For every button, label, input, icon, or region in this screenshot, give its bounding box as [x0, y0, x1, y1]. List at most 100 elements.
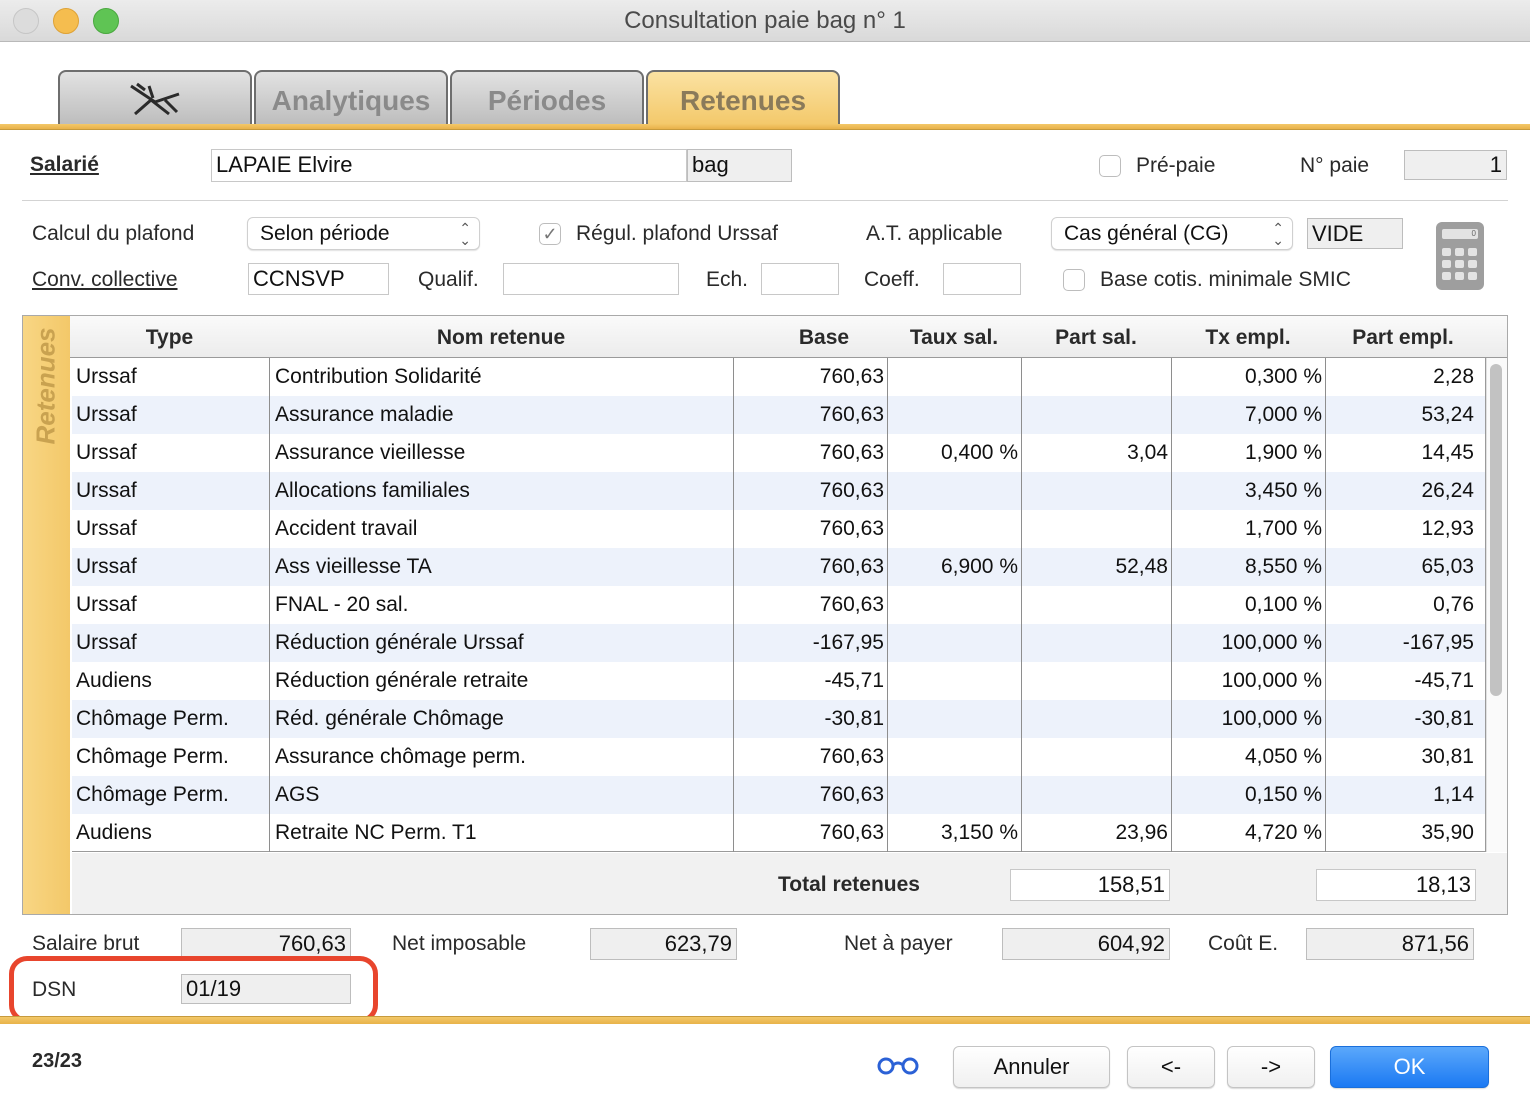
cell-tx-empl: 100,000 %: [1221, 669, 1322, 692]
net-imposable-field: 623,79: [590, 928, 737, 960]
cell-base: -45,71: [824, 669, 884, 692]
table-row[interactable]: Chômage Perm. Réd. générale Chômage -30,81…: [72, 700, 1485, 738]
cell-type: Urssaf: [76, 441, 137, 464]
cell-tx-empl: 8,550 %: [1244, 555, 1322, 578]
ech-label: Ech.: [706, 268, 749, 291]
cell-taux-sal: 6,900 %: [940, 555, 1018, 578]
cell-part-empl: -167,95: [1402, 631, 1474, 654]
cell-nom: Accident travail: [275, 517, 418, 540]
title-bar: Consultation paie bag n° 1: [0, 0, 1530, 42]
net-imposable-label: Net imposable: [392, 932, 527, 955]
at-applicable-select[interactable]: Cas général (CG) ⌃ ⌄: [1051, 217, 1293, 250]
table-row[interactable]: Urssaf Assurance vieillesse 760,63 0,400 % 3…: [72, 434, 1485, 472]
record-counter: 23/23: [32, 1050, 83, 1072]
column-header-base[interactable]: Base: [733, 326, 887, 350]
column-header-type[interactable]: Type: [70, 326, 269, 350]
glasses-icon[interactable]: [876, 1054, 920, 1076]
cell-type: Chômage Perm.: [76, 783, 229, 806]
prepaie-checkbox[interactable]: [1099, 155, 1121, 177]
salarie-code-field: bag: [687, 149, 792, 182]
salarie-name-field[interactable]: LAPAIE Elvire: [211, 149, 687, 182]
table-header: Type Nom retenue Base Taux sal. Part sal…: [70, 316, 1507, 358]
retenues-table: Retenues Type Nom retenue Base Taux sal.…: [22, 315, 1508, 915]
column-header-nom[interactable]: Nom retenue: [269, 326, 733, 350]
chevron-updown-icon: ⌃ ⌄: [459, 220, 471, 248]
previous-button[interactable]: <-: [1127, 1046, 1215, 1088]
retenues-side-label: Retenues: [30, 327, 61, 445]
table-row[interactable]: Urssaf Contribution Solidarité 760,63 0,300…: [72, 358, 1485, 396]
table-row[interactable]: Audiens Réduction générale retraite -45,71…: [72, 662, 1485, 700]
cell-type: Audiens: [76, 669, 152, 692]
cell-type: Chômage Perm.: [76, 745, 229, 768]
table-row[interactable]: Audiens Retraite NC Perm. T1 760,63 3,150 %…: [72, 814, 1485, 851]
cell-tx-empl: 3,450 %: [1244, 479, 1322, 502]
cell-type: Urssaf: [76, 365, 137, 388]
calcul-plafond-label: Calcul du plafond: [32, 222, 195, 245]
beach-chair-icon: [130, 82, 180, 116]
table-row[interactable]: Urssaf FNAL - 20 sal. 760,63 0,100 % 0,76: [72, 586, 1485, 624]
column-header-tx-empl[interactable]: Tx empl.: [1171, 326, 1325, 350]
calculator-icon[interactable]: 0: [1436, 222, 1484, 290]
total-row: Total retenues 158,51 18,13: [72, 853, 1507, 914]
annuler-button[interactable]: Annuler: [953, 1046, 1110, 1088]
tab-periodes[interactable]: Périodes: [450, 70, 644, 126]
cell-tx-empl: 0,300 %: [1244, 365, 1322, 388]
base-smic-checkbox[interactable]: [1063, 269, 1085, 291]
prepaie-label: Pré-paie: [1136, 154, 1216, 177]
cell-part-empl: 12,93: [1421, 517, 1474, 540]
table-row[interactable]: Chômage Perm. AGS 760,63 0,150 % 1,14: [72, 776, 1485, 814]
dsn-highlight-annotation: [9, 956, 378, 1023]
cell-nom: Ass vieillesse TA: [275, 555, 432, 578]
coeff-field[interactable]: [943, 263, 1021, 295]
qualif-field[interactable]: [503, 263, 679, 295]
ech-field[interactable]: [761, 263, 839, 295]
table-row[interactable]: Urssaf Ass vieillesse TA 760,63 6,900 % 52,4…: [72, 548, 1485, 586]
cell-tx-empl: 0,150 %: [1244, 783, 1322, 806]
cell-tx-empl: 100,000 %: [1221, 707, 1322, 730]
npaie-label: N° paie: [1300, 154, 1370, 177]
tab-analytiques[interactable]: Analytiques: [254, 70, 448, 126]
salaire-brut-label: Salaire brut: [32, 932, 140, 955]
total-sal-field: 158,51: [1010, 869, 1170, 901]
column-header-part-sal[interactable]: Part sal.: [1021, 326, 1171, 350]
window-title: Consultation paie bag n° 1: [624, 7, 906, 34]
cell-taux-sal: [889, 358, 1018, 396]
footer-band: [0, 1016, 1530, 1024]
column-header-taux-sal[interactable]: Taux sal.: [887, 326, 1021, 350]
next-button[interactable]: ->: [1227, 1046, 1315, 1088]
table-row[interactable]: Urssaf Assurance maladie 760,63 7,000 % 53,2…: [72, 396, 1485, 434]
cell-part-empl: 35,90: [1421, 821, 1474, 844]
cell-base: 760,63: [819, 403, 884, 426]
cell-base: 760,63: [819, 479, 884, 502]
table-row[interactable]: Chômage Perm. Assurance chômage perm. 760,…: [72, 738, 1485, 776]
column-header-part-empl[interactable]: Part empl.: [1325, 326, 1481, 350]
table-row[interactable]: Urssaf Accident travail 760,63 1,700 % 12,93: [72, 510, 1485, 548]
qualif-label: Qualif.: [418, 268, 479, 291]
conv-collective-link[interactable]: Conv. collective: [32, 268, 178, 292]
salarie-label[interactable]: Salarié: [30, 153, 99, 177]
cell-part-empl: 14,45: [1421, 441, 1474, 464]
cell-part-empl: 53,24: [1421, 403, 1474, 426]
cell-part-empl: -45,71: [1414, 669, 1474, 692]
cell-base: 760,63: [819, 593, 884, 616]
total-retenues-label: Total retenues: [778, 873, 920, 896]
calcul-plafond-value: Selon période: [260, 222, 390, 245]
tab-general[interactable]: [58, 70, 252, 126]
cell-taux-sal: [889, 510, 1018, 548]
calcul-plafond-select[interactable]: Selon période ⌃ ⌄: [247, 217, 480, 250]
cell-part-sal: [1023, 472, 1168, 510]
table-scrollbar-thumb[interactable]: [1490, 364, 1502, 696]
table-row[interactable]: Urssaf Allocations familiales 760,63 3,450 …: [72, 472, 1485, 510]
conv-collective-field[interactable]: CCNSVP: [248, 263, 389, 295]
at-applicable-value: Cas général (CG): [1064, 222, 1229, 245]
regul-plafond-label: Régul. plafond Urssaf: [576, 222, 778, 245]
cell-nom: Assurance maladie: [275, 403, 454, 426]
cell-part-sal: [1023, 776, 1168, 814]
cell-tx-empl: 1,900 %: [1244, 441, 1322, 464]
ok-button[interactable]: OK: [1330, 1046, 1489, 1088]
tab-retenues[interactable]: Retenues: [646, 70, 840, 126]
cell-nom: Réd. générale Chômage: [275, 707, 504, 730]
cell-part-empl: 30,81: [1421, 745, 1474, 768]
regul-plafond-checkbox[interactable]: ✓: [539, 223, 561, 245]
table-row[interactable]: Urssaf Réduction générale Urssaf -167,95 10…: [72, 624, 1485, 662]
